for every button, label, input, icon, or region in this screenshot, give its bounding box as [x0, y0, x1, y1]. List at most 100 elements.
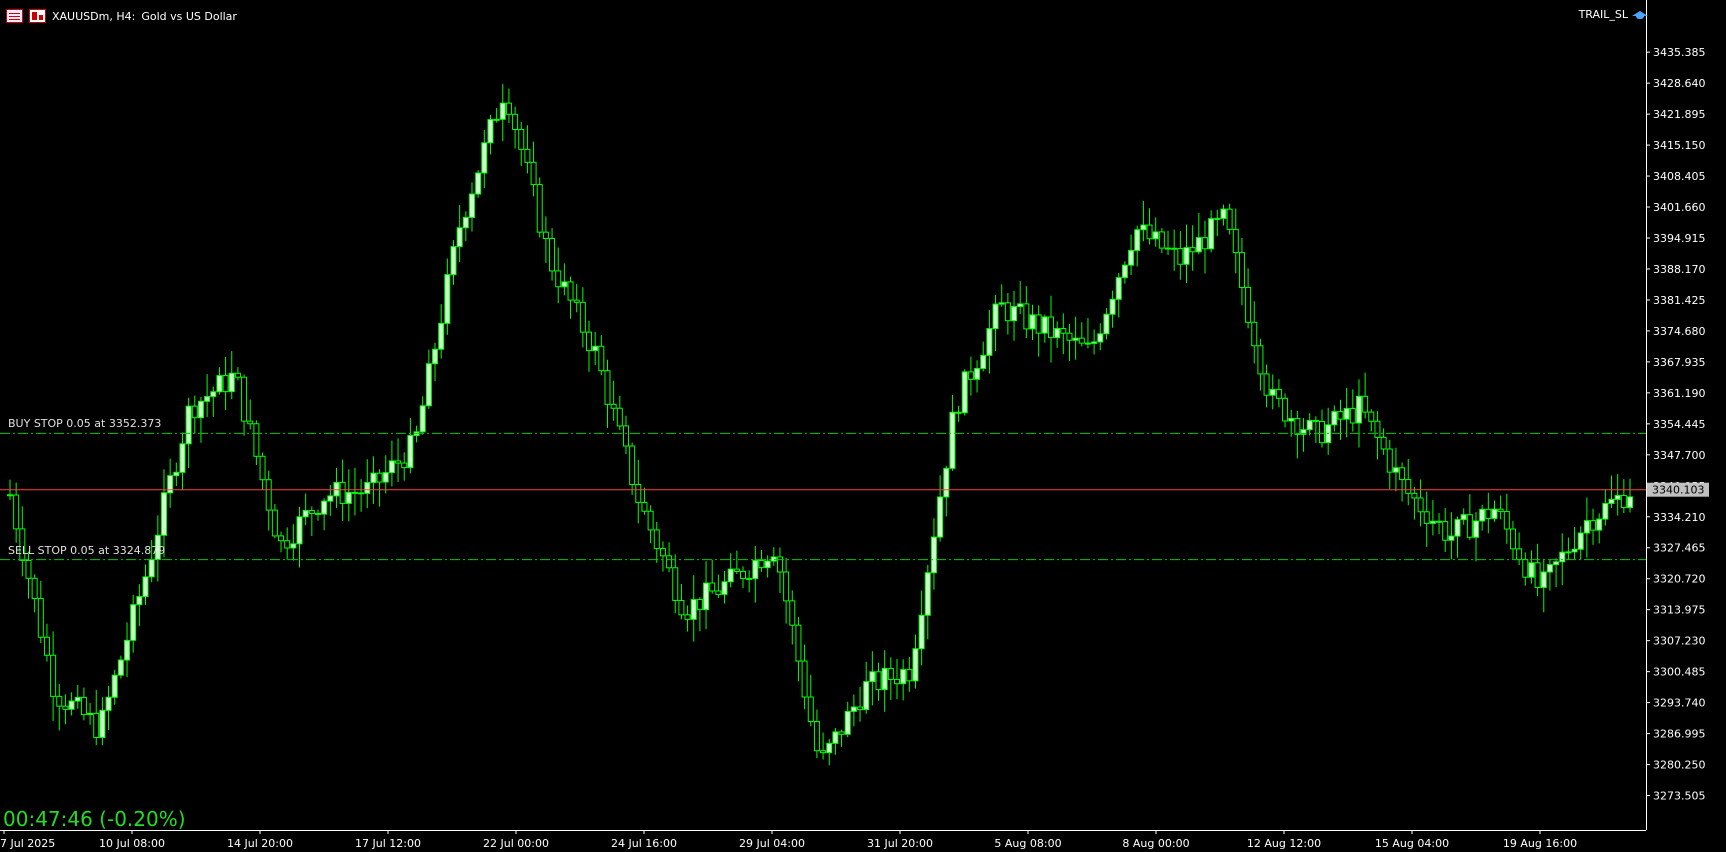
bull-candle-body — [832, 731, 839, 744]
bull-candle-body — [117, 659, 124, 676]
bull-candle-body — [1392, 467, 1399, 473]
bear-candle-body — [555, 270, 562, 288]
bull-candle-body — [721, 581, 728, 595]
expert-name: TRAIL_SL — [1578, 8, 1628, 21]
bull-candle-body — [900, 669, 907, 685]
bull-candle-body — [1029, 314, 1036, 330]
y-tick-label: 3408.405 — [1653, 170, 1706, 183]
bull-candle-body — [425, 363, 432, 407]
expert-advisor-label[interactable]: TRAIL_SL — [1579, 8, 1648, 21]
bull-candle-body — [475, 172, 482, 195]
bear-candle-body — [505, 102, 512, 115]
bear-candle-body — [1146, 224, 1153, 240]
bear-candle-body — [801, 660, 808, 698]
bear-candle-body — [1171, 247, 1178, 250]
bull-candle-body — [1553, 561, 1560, 566]
bear-candle-body — [1245, 286, 1252, 323]
bear-candle-body — [62, 705, 69, 710]
y-tick-label: 3307.230 — [1653, 635, 1706, 648]
bear-candle-body — [1620, 494, 1627, 509]
x-tick-label: 29 Jul 04:00 — [739, 837, 805, 850]
bull-candle-body — [148, 558, 155, 578]
bear-candle-body — [1349, 407, 1356, 424]
bull-candle-body — [980, 354, 987, 369]
bull-candle-body — [179, 443, 186, 473]
bear-candle-body — [653, 529, 660, 550]
bear-candle-body — [955, 411, 962, 414]
bear-candle-body — [1294, 417, 1301, 435]
bear-candle-body — [875, 671, 882, 691]
bull-candle-body — [136, 596, 143, 606]
bear-candle-body — [659, 548, 666, 557]
one-click-trading-icon[interactable] — [29, 9, 46, 23]
bull-candle-body — [1577, 532, 1584, 550]
x-tick-label: 15 Aug 04:00 — [1375, 837, 1449, 850]
bear-candle-body — [820, 750, 827, 754]
bull-candle-body — [296, 516, 303, 545]
bull-candle-body — [949, 411, 956, 469]
x-tick-label: 8 Aug 00:00 — [1122, 837, 1189, 850]
y-tick-label: 3361.190 — [1653, 387, 1706, 400]
y-tick-label: 3286.995 — [1653, 728, 1706, 741]
bull-candle-body — [364, 482, 371, 494]
graduation-hat-icon[interactable] — [1632, 9, 1648, 21]
bull-candle-body — [592, 345, 599, 352]
bear-candle-body — [635, 484, 642, 503]
chart-header: XAUUSDm, H4: Gold vs US Dollar — [6, 7, 237, 25]
bear-candle-body — [696, 599, 703, 611]
bull-candle-body — [1017, 303, 1024, 308]
bear-candle-body — [191, 405, 198, 419]
bull-candle-body — [173, 471, 180, 477]
bull-candle-body — [432, 348, 439, 365]
bull-candle-body — [727, 568, 734, 583]
bear-candle-body — [1263, 373, 1270, 396]
bear-candle-body — [598, 345, 605, 372]
y-tick-label: 3388.170 — [1653, 263, 1706, 276]
bull-candle-body — [703, 582, 710, 611]
bear-candle-body — [253, 423, 260, 457]
bull-candle-body — [561, 281, 568, 288]
bear-candle-body — [376, 472, 383, 483]
bull-candle-body — [1097, 333, 1104, 343]
bear-candle-body — [1534, 562, 1541, 588]
bull-candle-body — [481, 142, 488, 174]
bull-candle-body — [160, 492, 167, 536]
bear-candle-body — [7, 494, 13, 497]
bull-candle-body — [1546, 564, 1553, 573]
y-tick-label: 3300.485 — [1653, 666, 1706, 679]
bear-candle-body — [1257, 345, 1264, 375]
symbol-list-icon[interactable] — [6, 9, 23, 23]
bear-candle-body — [1238, 252, 1245, 288]
bear-candle-body — [1189, 247, 1196, 253]
bear-candle-body — [586, 331, 593, 352]
bull-candle-body — [918, 614, 925, 650]
bull-candle-body — [943, 467, 950, 498]
bear-candle-body — [740, 570, 747, 579]
bull-candle-body — [1214, 217, 1221, 220]
bull-candle-body — [1115, 277, 1122, 300]
y-tick-label: 3374.680 — [1653, 325, 1706, 338]
bull-candle-body — [487, 119, 494, 144]
bull-candle-body — [1121, 264, 1128, 279]
bear-candle-body — [222, 375, 229, 393]
bear-candle-body — [1368, 411, 1375, 422]
bull-candle-body — [185, 405, 192, 445]
price-chart[interactable]: 3435.385 3428.640 3421.895 3415.150 3408.405… — [0, 0, 1726, 852]
bull-candle-body — [99, 709, 106, 738]
bear-candle-body — [604, 370, 611, 405]
y-tick-label: 3327.465 — [1653, 542, 1706, 555]
bear-candle-body — [906, 669, 913, 682]
bull-candle-body — [327, 495, 334, 502]
bull-candle-body — [1103, 313, 1110, 335]
bull-candle-body — [1140, 224, 1147, 231]
bull-candle-body — [450, 246, 457, 276]
bear-candle-body — [1201, 237, 1208, 250]
bull-candle-body — [844, 710, 851, 735]
bear-candle-body — [1337, 411, 1344, 420]
bear-candle-body — [518, 128, 525, 150]
bear-candle-body — [887, 667, 894, 680]
chart-window[interactable]: 3435.385 3428.640 3421.895 3415.150 3408.405… — [0, 0, 1726, 852]
bull-candle-body — [924, 572, 931, 616]
bull-candle-body — [1306, 419, 1313, 431]
bull-candle-body — [302, 509, 309, 518]
